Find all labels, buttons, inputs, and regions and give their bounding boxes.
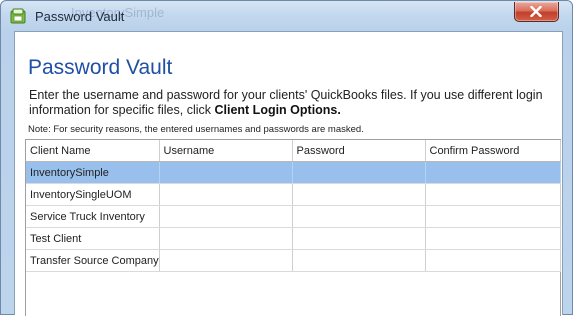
close-icon	[530, 6, 542, 17]
confirm-password-cell[interactable]	[425, 227, 561, 250]
username-cell[interactable]	[159, 205, 293, 228]
client-name-cell[interactable]: Service Truck Inventory	[26, 205, 160, 228]
password-vault-window: InventorySimple Password Vault Password …	[0, 0, 573, 316]
password-cell[interactable]	[292, 227, 426, 250]
table-row[interactable]: Transfer Source Company	[26, 249, 561, 272]
username-cell[interactable]	[159, 227, 293, 250]
column-header-client-name[interactable]: Client Name	[26, 140, 160, 162]
client-name-cell[interactable]: Test Client	[26, 227, 160, 250]
password-cell[interactable]	[292, 205, 426, 228]
security-note: Note: For security reasons, the entered …	[28, 124, 364, 135]
table-row[interactable]: Test Client	[26, 227, 561, 250]
client-name-cell[interactable]: Transfer Source Company	[26, 249, 160, 272]
password-cell[interactable]	[292, 249, 426, 272]
username-cell[interactable]	[159, 249, 293, 272]
close-button[interactable]	[514, 2, 559, 22]
table-row[interactable]: InventorySingleUOM	[26, 183, 561, 206]
client-login-options-link[interactable]: Client Login Options.	[214, 103, 340, 117]
client-name-cell[interactable]: InventorySimple	[26, 161, 160, 184]
confirm-password-cell[interactable]	[425, 249, 561, 272]
password-cell[interactable]	[292, 183, 426, 206]
app-icon	[10, 8, 26, 24]
username-cell[interactable]	[159, 161, 293, 184]
table-row[interactable]: Service Truck Inventory	[26, 205, 561, 228]
table-row[interactable]: InventorySimple	[26, 161, 561, 184]
confirm-password-cell[interactable]	[425, 161, 561, 184]
username-cell[interactable]	[159, 183, 293, 206]
password-table: Client Name Username Password Confirm Pa…	[26, 140, 561, 272]
column-header-username[interactable]: Username	[159, 140, 293, 162]
column-header-confirm-password[interactable]: Confirm Password	[425, 140, 561, 162]
password-cell[interactable]	[292, 161, 426, 184]
confirm-password-cell[interactable]	[425, 183, 561, 206]
password-grid: Client Name Username Password Confirm Pa…	[25, 139, 561, 316]
title-bar[interactable]: InventorySimple Password Vault	[1, 1, 572, 31]
dialog-content: Password Vault Enter the username and pa…	[14, 31, 563, 316]
instructions-text: Enter the username and password for your…	[29, 88, 549, 118]
header-row: Client Name Username Password Confirm Pa…	[26, 140, 561, 162]
column-header-password[interactable]: Password	[292, 140, 426, 162]
confirm-password-cell[interactable]	[425, 205, 561, 228]
page-title: Password Vault	[28, 56, 173, 79]
client-name-cell[interactable]: InventorySingleUOM	[26, 183, 160, 206]
window-title: Password Vault	[35, 9, 125, 24]
